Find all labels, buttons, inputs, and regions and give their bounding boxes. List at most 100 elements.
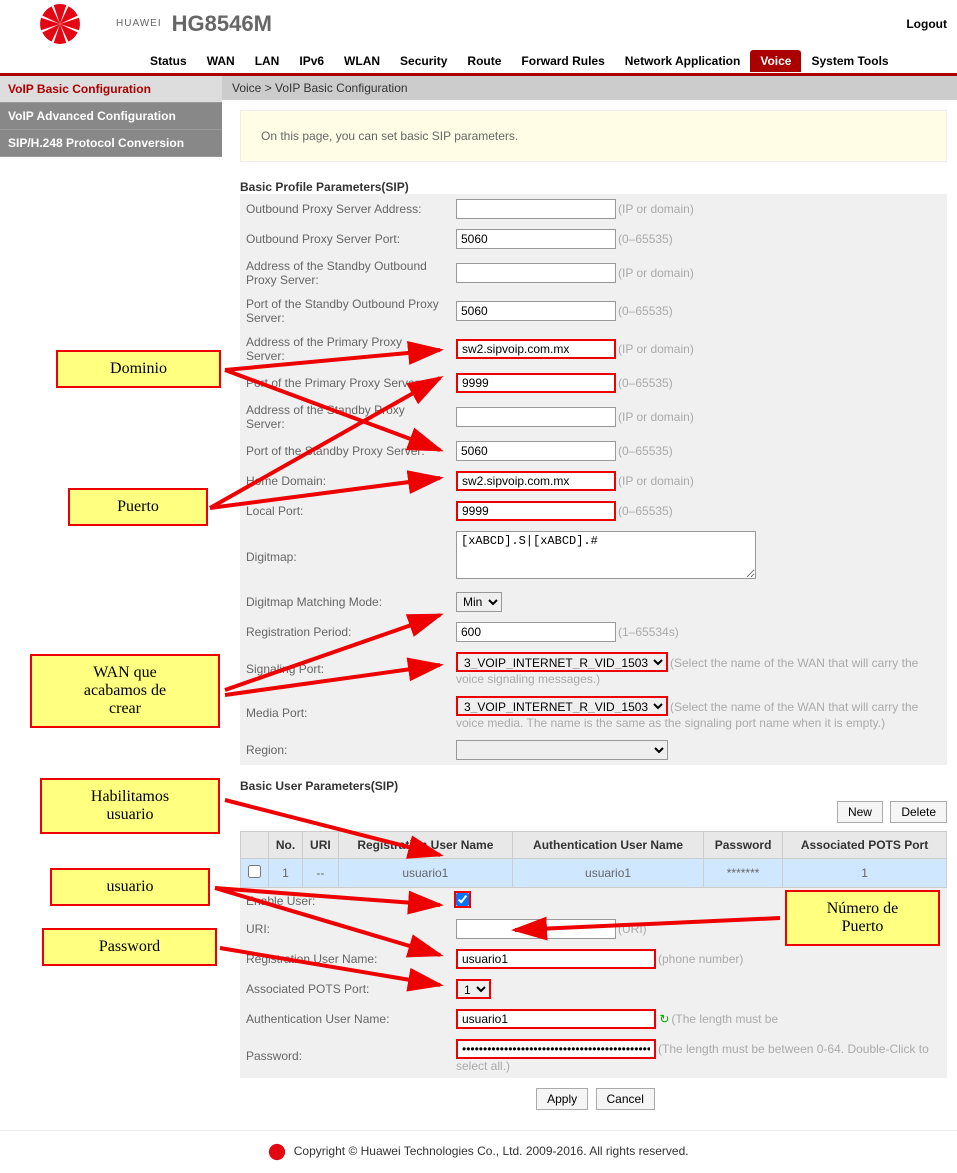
cell-pots: 1 <box>783 859 947 888</box>
nav-ipv6[interactable]: IPv6 <box>289 50 334 72</box>
nav-wlan[interactable]: WLAN <box>334 50 390 72</box>
helper-len: (The length must be <box>671 1012 778 1026</box>
input-outbound-port[interactable] <box>456 229 616 249</box>
label-outbound-port: Outbound Proxy Server Port: <box>240 224 450 254</box>
helper-ip: (IP or domain) <box>618 266 694 280</box>
helper-phone: (phone number) <box>658 952 743 966</box>
annot-puerto: Puerto <box>68 488 208 526</box>
select-digitmap-mode[interactable]: Min <box>456 592 502 612</box>
model-title: HG8546M <box>172 11 272 37</box>
label-auth-username: Authentication User Name: <box>240 1004 450 1034</box>
user-row-1[interactable]: 1 -- usuario1 usuario1 ******* 1 <box>241 859 947 888</box>
annot-habilitamos: Habilitamos usuario <box>40 778 220 834</box>
label-uri: URI: <box>240 914 450 944</box>
breadcrumb: Voice > VoIP Basic Configuration <box>222 76 957 100</box>
label-outbound-addr: Outbound Proxy Server Address: <box>240 194 450 224</box>
col-reg: Registration User Name <box>338 832 512 859</box>
helper-ip: (IP or domain) <box>618 342 694 356</box>
cancel-button[interactable]: Cancel <box>596 1088 655 1110</box>
nav-system-tools[interactable]: System Tools <box>801 50 898 72</box>
label-digitmap-mode: Digitmap Matching Mode: <box>240 587 450 617</box>
input-primary-addr[interactable] <box>456 339 616 359</box>
new-button[interactable]: New <box>837 801 883 823</box>
input-password[interactable] <box>456 1039 656 1059</box>
input-primary-port[interactable] <box>456 373 616 393</box>
label-password: Password: <box>240 1034 450 1078</box>
helper-port: (0–65535) <box>618 232 673 246</box>
helper-port: (0–65535) <box>618 304 673 318</box>
input-home-domain[interactable] <box>456 471 616 491</box>
select-assoc-pots[interactable]: 1 <box>456 979 491 999</box>
label-assoc-pots: Associated POTS Port: <box>240 974 450 1004</box>
nav-security[interactable]: Security <box>390 50 457 72</box>
label-region: Region: <box>240 735 450 765</box>
sidebar-voip-basic[interactable]: VoIP Basic Configuration <box>0 76 222 103</box>
input-digitmap[interactable]: [xABCD].S|[xABCD].# <box>456 531 756 579</box>
label-media-port: Media Port: <box>240 691 450 735</box>
input-auth-username[interactable] <box>456 1009 656 1029</box>
sidebar-sip-h248[interactable]: SIP/H.248 Protocol Conversion <box>0 130 222 157</box>
input-reg-period[interactable] <box>456 622 616 642</box>
nav-wan[interactable]: WAN <box>197 50 245 72</box>
select-media-port[interactable]: 3_VOIP_INTERNET_R_VID_1503 <box>456 696 668 716</box>
helper-reg: (1–65534s) <box>618 625 679 639</box>
label-local-port: Local Port: <box>240 496 450 526</box>
select-signaling-port[interactable]: 3_VOIP_INTERNET_R_VID_1503 <box>456 652 668 672</box>
input-standby-proxy-port[interactable] <box>456 441 616 461</box>
checkbox-enable-user[interactable] <box>456 893 469 906</box>
brand-text: HUAWEI <box>116 18 162 29</box>
label-enable-user: Enable User: <box>240 888 450 914</box>
label-digitmap: Digitmap: <box>240 526 450 587</box>
label-primary-port: Port of the Primary Proxy Server: <box>240 368 450 398</box>
col-pw: Password <box>704 832 783 859</box>
helper-port: (0–65535) <box>618 444 673 458</box>
row-checkbox[interactable] <box>248 865 261 878</box>
user-table: No. URI Registration User Name Authentic… <box>240 831 947 888</box>
label-standby-outbound-addr: Address of the Standby Outbound Proxy Se… <box>240 254 450 292</box>
apply-button[interactable]: Apply <box>536 1088 588 1110</box>
cell-no: 1 <box>269 859 303 888</box>
label-primary-addr: Address of the Primary Proxy Server: <box>240 330 450 368</box>
annot-usuario: usuario <box>50 868 210 906</box>
label-reg-period: Registration Period: <box>240 617 450 647</box>
select-region[interactable] <box>456 740 668 760</box>
logout-link[interactable]: Logout <box>906 17 947 31</box>
col-no: No. <box>269 832 303 859</box>
refresh-icon[interactable]: ↻ <box>659 1012 669 1026</box>
header: HUAWEI HG8546M Logout <box>0 0 957 48</box>
label-standby-outbound-port: Port of the Standby Outbound Proxy Serve… <box>240 292 450 330</box>
input-standby-outbound-port[interactable] <box>456 301 616 321</box>
col-pots: Associated POTS Port <box>783 832 947 859</box>
label-signaling-port: Signaling Port: <box>240 647 450 691</box>
cell-reg: usuario1 <box>338 859 512 888</box>
helper-ip: (IP or domain) <box>618 202 694 216</box>
col-check <box>241 832 269 859</box>
input-standby-outbound-addr[interactable] <box>456 263 616 283</box>
input-local-port[interactable] <box>456 501 616 521</box>
input-standby-proxy-addr[interactable] <box>456 407 616 427</box>
nav-lan[interactable]: LAN <box>245 50 290 72</box>
footer: Copyright © Huawei Technologies Co., Ltd… <box>0 1130 957 1173</box>
delete-button[interactable]: Delete <box>890 801 947 823</box>
col-uri: URI <box>303 832 339 859</box>
input-outbound-addr[interactable] <box>456 199 616 219</box>
nav-forward-rules[interactable]: Forward Rules <box>511 50 614 72</box>
sidebar-voip-advanced[interactable]: VoIP Advanced Configuration <box>0 103 222 130</box>
nav-route[interactable]: Route <box>457 50 511 72</box>
label-standby-proxy-addr: Address of the Standby Proxy Server: <box>240 398 450 436</box>
input-uri[interactable] <box>456 919 616 939</box>
nav-status[interactable]: Status <box>140 50 197 72</box>
helper-port: (0–65535) <box>618 376 673 390</box>
helper-port: (0–65535) <box>618 504 673 518</box>
annot-dominio: Dominio <box>56 350 221 388</box>
section-basic-profile: Basic Profile Parameters(SIP) <box>240 180 947 194</box>
helper-ip: (IP or domain) <box>618 474 694 488</box>
cell-uri: -- <box>303 859 339 888</box>
label-reg-username: Registration User Name: <box>240 944 450 974</box>
main-nav: Status WAN LAN IPv6 WLAN Security Route … <box>0 48 957 76</box>
annot-password: Password <box>42 928 217 966</box>
page-hint: On this page, you can set basic SIP para… <box>240 110 947 162</box>
nav-network-app[interactable]: Network Application <box>615 50 751 72</box>
nav-voice[interactable]: Voice <box>750 50 801 72</box>
input-reg-username[interactable] <box>456 949 656 969</box>
